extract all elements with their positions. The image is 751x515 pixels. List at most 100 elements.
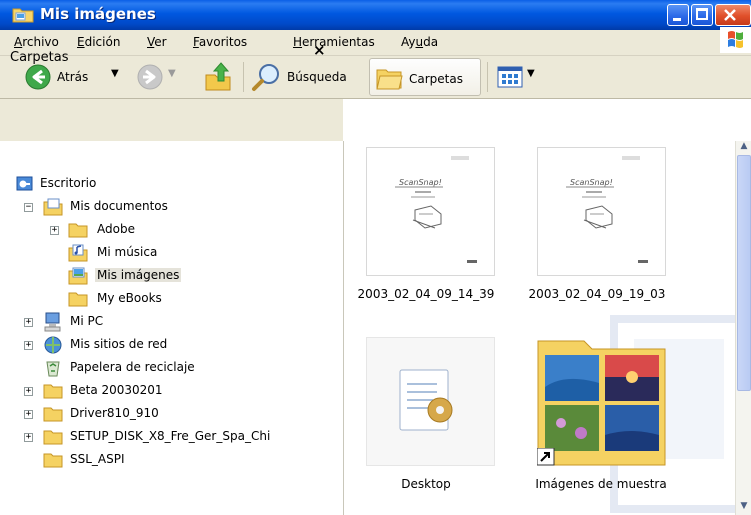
close-icon [724,9,736,21]
menu-ayuda[interactable]: Ayuda [401,35,438,49]
folders-tree: Escritorio − Mis documentos + Adobe Mi m… [0,141,344,515]
scanned-document-icon: ScanSnap! [377,152,484,272]
tree-item-label: Mis documentos [70,199,168,213]
file-view: ScanSnap! 2003_02_04_09_14_39 ScanSnap! [344,99,735,515]
scroll-up-arrow-icon[interactable]: ▲ [736,141,751,155]
tree-item-label: Mis sitios de red [70,337,168,351]
tree-item-mi-musica[interactable]: Mi música [0,242,340,264]
forward-arrow-icon[interactable] [136,63,164,91]
folder-icon [12,8,34,23]
maximize-icon [696,8,708,20]
menu-ver[interactable]: Ver [147,35,167,49]
file-thumbnail[interactable] [537,337,666,466]
scanned-document-icon: ScanSnap! [548,152,655,272]
tree-item-label: Driver810_910 [70,406,159,420]
folder-icon [68,223,88,238]
menu-herramientas[interactable]: Herramientas [293,35,375,49]
folder-icon [43,407,63,422]
recycle-bin-icon [46,361,60,377]
window-title: Mis imágenes [40,5,156,23]
tree-item-label: Escritorio [40,176,97,190]
expand-icon[interactable]: + [24,341,33,350]
scrollbar-thumb[interactable] [737,155,751,391]
tree-item-label: SSL_ASPI [70,452,125,466]
tree-item-escritorio[interactable]: Escritorio [0,173,340,195]
folder-icon [43,453,63,468]
views-dropdown-arrow-icon[interactable]: ▼ [527,68,535,79]
folders-button[interactable]: Carpetas [369,58,481,96]
search-icon[interactable] [250,62,282,94]
minimize-icon [673,18,681,21]
menu-edicion[interactable]: Edición [77,35,120,49]
minimize-button[interactable] [667,4,689,26]
tree-item-papelera-de-reciclaje[interactable]: Papelera de reciclaje [0,357,340,379]
back-arrow-icon[interactable] [24,63,52,91]
file-name: 2003_02_04_09_19_03 [528,287,666,301]
toolbar-separator [487,62,488,92]
file-name: Desktop [401,477,451,491]
tree-item-label: SETUP_DISK_X8_Fre_Ger_Spa_Chi [70,429,271,443]
tree-item-label: Mi música [97,245,158,259]
menu-archivo[interactable]: Archivo [14,35,59,49]
file-thumbnail[interactable]: ScanSnap! [366,147,495,276]
tree-item-mi-pc[interactable]: + Mi PC [0,311,340,333]
search-button[interactable]: Búsqueda [287,70,347,84]
expand-icon[interactable]: + [24,318,33,327]
folder-icon [43,430,63,445]
close-button[interactable] [715,4,751,26]
back-dropdown-arrow-icon[interactable]: ▼ [111,68,119,79]
expand-icon[interactable]: + [24,433,33,442]
file-thumbnail[interactable] [366,337,495,466]
tree-item-beta-20030201[interactable]: + Beta 20030201 [0,380,340,402]
expand-icon[interactable]: + [24,387,33,396]
forward-dropdown-arrow-icon[interactable]: ▼ [168,68,176,79]
scroll-down-arrow-icon[interactable]: ▼ [736,501,751,515]
tree-item-mis-documentos[interactable]: − Mis documentos [0,196,340,218]
svg-text:ScanSnap!: ScanSnap! [570,178,613,187]
toolbar-separator [243,62,244,92]
pictures-folder-icon [68,267,88,285]
folders-icon [376,69,403,90]
tree-item-label: Mi PC [70,314,104,328]
tree-item-mis-imagenes[interactable]: Mis imágenes [0,265,340,287]
tree-item-mis-sitios-de-red[interactable]: + Mis sitios de red [0,334,340,356]
vertical-scrollbar[interactable]: ▲ ▼ [735,141,751,515]
tree-item-label: Adobe [97,222,135,236]
folders-pane-close-button[interactable]: × [313,41,326,59]
folder-icon [68,292,88,307]
folder-icon [43,384,63,399]
settings-file-icon [399,369,453,431]
sample-pictures-folder-icon [537,340,666,466]
my-documents-folder-icon [43,198,63,216]
expand-icon[interactable]: + [24,410,33,419]
windows-flag-icon [728,31,743,48]
collapse-icon[interactable]: − [24,203,33,212]
expand-icon[interactable]: + [50,226,59,235]
folders-pane-header [0,99,343,142]
tree-item-my-ebooks[interactable]: My eBooks [0,288,340,310]
tree-item-label: My eBooks [97,291,162,305]
views-icon[interactable] [496,64,526,90]
svg-text:ScanSnap!: ScanSnap! [399,178,442,187]
tree-item-adobe[interactable]: + Adobe [0,219,340,241]
file-name: 2003_02_04_09_14_39 [357,287,495,301]
my-computer-icon [44,312,61,332]
network-places-icon [44,336,62,354]
file-name: Imágenes de muestra [535,477,667,491]
menu-favoritos[interactable]: Favoritos [193,35,247,49]
tree-item-driver810-910[interactable]: + Driver810_910 [0,403,340,425]
shortcut-arrow-icon [537,448,555,466]
maximize-button[interactable] [691,4,713,26]
folders-button-label: Carpetas [409,72,463,86]
tree-item-setup-disk[interactable]: + SETUP_DISK_X8_Fre_Ger_Spa_Chi [0,426,340,448]
folders-pane-title: Carpetas [10,50,69,65]
menu-bar: Archivo Edición Ver Favoritos Herramient… [0,30,751,56]
folder-up-icon[interactable] [203,61,233,93]
tree-item-ssl-aspi[interactable]: SSL_ASPI [0,449,340,471]
file-thumbnail[interactable]: ScanSnap! [537,147,666,276]
tree-item-label: Papelera de reciclaje [70,360,195,374]
title-bar[interactable]: Mis imágenes [0,0,751,30]
back-button[interactable]: Atrás [57,70,88,84]
tree-item-label: Mis imágenes [95,268,182,282]
desktop-icon [16,176,33,191]
